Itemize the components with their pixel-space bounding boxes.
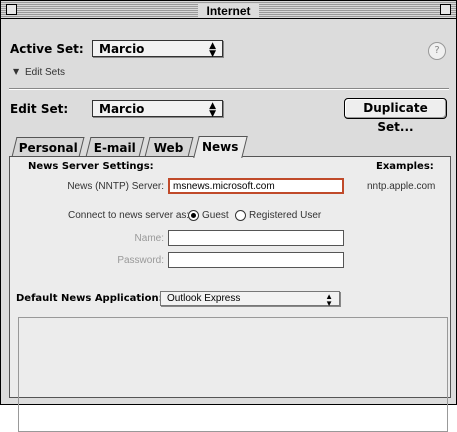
news-panel: News Server Settings: Examples: News (NN… — [9, 156, 451, 432]
news-server-label: News (NNTP) Server: — [67, 181, 164, 192]
tab-news[interactable]: News — [193, 136, 248, 158]
window-title: Internet — [198, 4, 259, 18]
tab-web[interactable]: Web — [144, 137, 194, 157]
tab-email[interactable]: E-mail — [85, 137, 145, 157]
default-news-app-popup[interactable]: Outlook Express ▲ ▼ — [160, 291, 340, 308]
edit-sets-link[interactable]: Edit Sets — [25, 67, 65, 78]
active-set-label: Active Set: — [10, 42, 84, 56]
internet-window: Internet Active Set: Marcio ▲ ▼ ? ▼ Edit … — [0, 0, 457, 432]
tab-label: News — [202, 140, 239, 154]
edit-set-value: Marcio — [99, 102, 145, 116]
guest-label[interactable]: Guest — [202, 210, 229, 221]
active-set-popup[interactable]: Marcio ▲ ▼ — [92, 40, 223, 59]
popup-arrows-icon: ▲ ▼ — [209, 101, 216, 119]
news-server-settings-title: News Server Settings: — [26, 161, 156, 172]
guest-radio[interactable] — [188, 210, 199, 221]
tab-label: Web — [153, 141, 184, 155]
active-set-value: Marcio — [99, 42, 145, 56]
zoom-box-icon[interactable] — [440, 4, 451, 15]
edit-set-popup[interactable]: Marcio ▲ ▼ — [92, 100, 223, 119]
examples-title: Examples: — [374, 161, 436, 172]
edit-set-label: Edit Set: — [10, 102, 69, 116]
divider — [9, 88, 449, 90]
default-news-app-label: Default News Application: — [16, 293, 163, 304]
radio-selected-dot-icon — [191, 213, 196, 218]
password-label: Password: — [117, 255, 164, 266]
news-server-settings-group — [18, 317, 448, 432]
disclosure-triangle-icon[interactable]: ▼ — [13, 67, 19, 76]
registered-user-label[interactable]: Registered User — [249, 210, 321, 221]
news-server-input[interactable] — [168, 178, 344, 194]
tab-label: E-mail — [93, 141, 136, 155]
password-input[interactable] — [168, 252, 344, 268]
popup-arrows-icon: ▲ ▼ — [209, 41, 216, 59]
default-news-app-value: Outlook Express — [167, 293, 241, 304]
connect-as-label: Connect to news server as: — [68, 210, 190, 221]
name-label: Name: — [134, 233, 164, 244]
registered-user-radio[interactable] — [235, 210, 246, 221]
title-bar[interactable]: Internet — [1, 1, 456, 19]
window-title-wrap: Internet — [1, 1, 456, 18]
popup-arrows-icon: ▲ ▼ — [325, 292, 333, 308]
duplicate-set-button[interactable]: Duplicate Set... — [344, 98, 447, 134]
name-input[interactable] — [168, 230, 344, 246]
server-example: nntp.apple.com — [367, 181, 436, 192]
tab-label: Personal — [18, 141, 78, 155]
tab-personal[interactable]: Personal — [11, 137, 85, 157]
help-icon[interactable]: ? — [428, 42, 446, 60]
